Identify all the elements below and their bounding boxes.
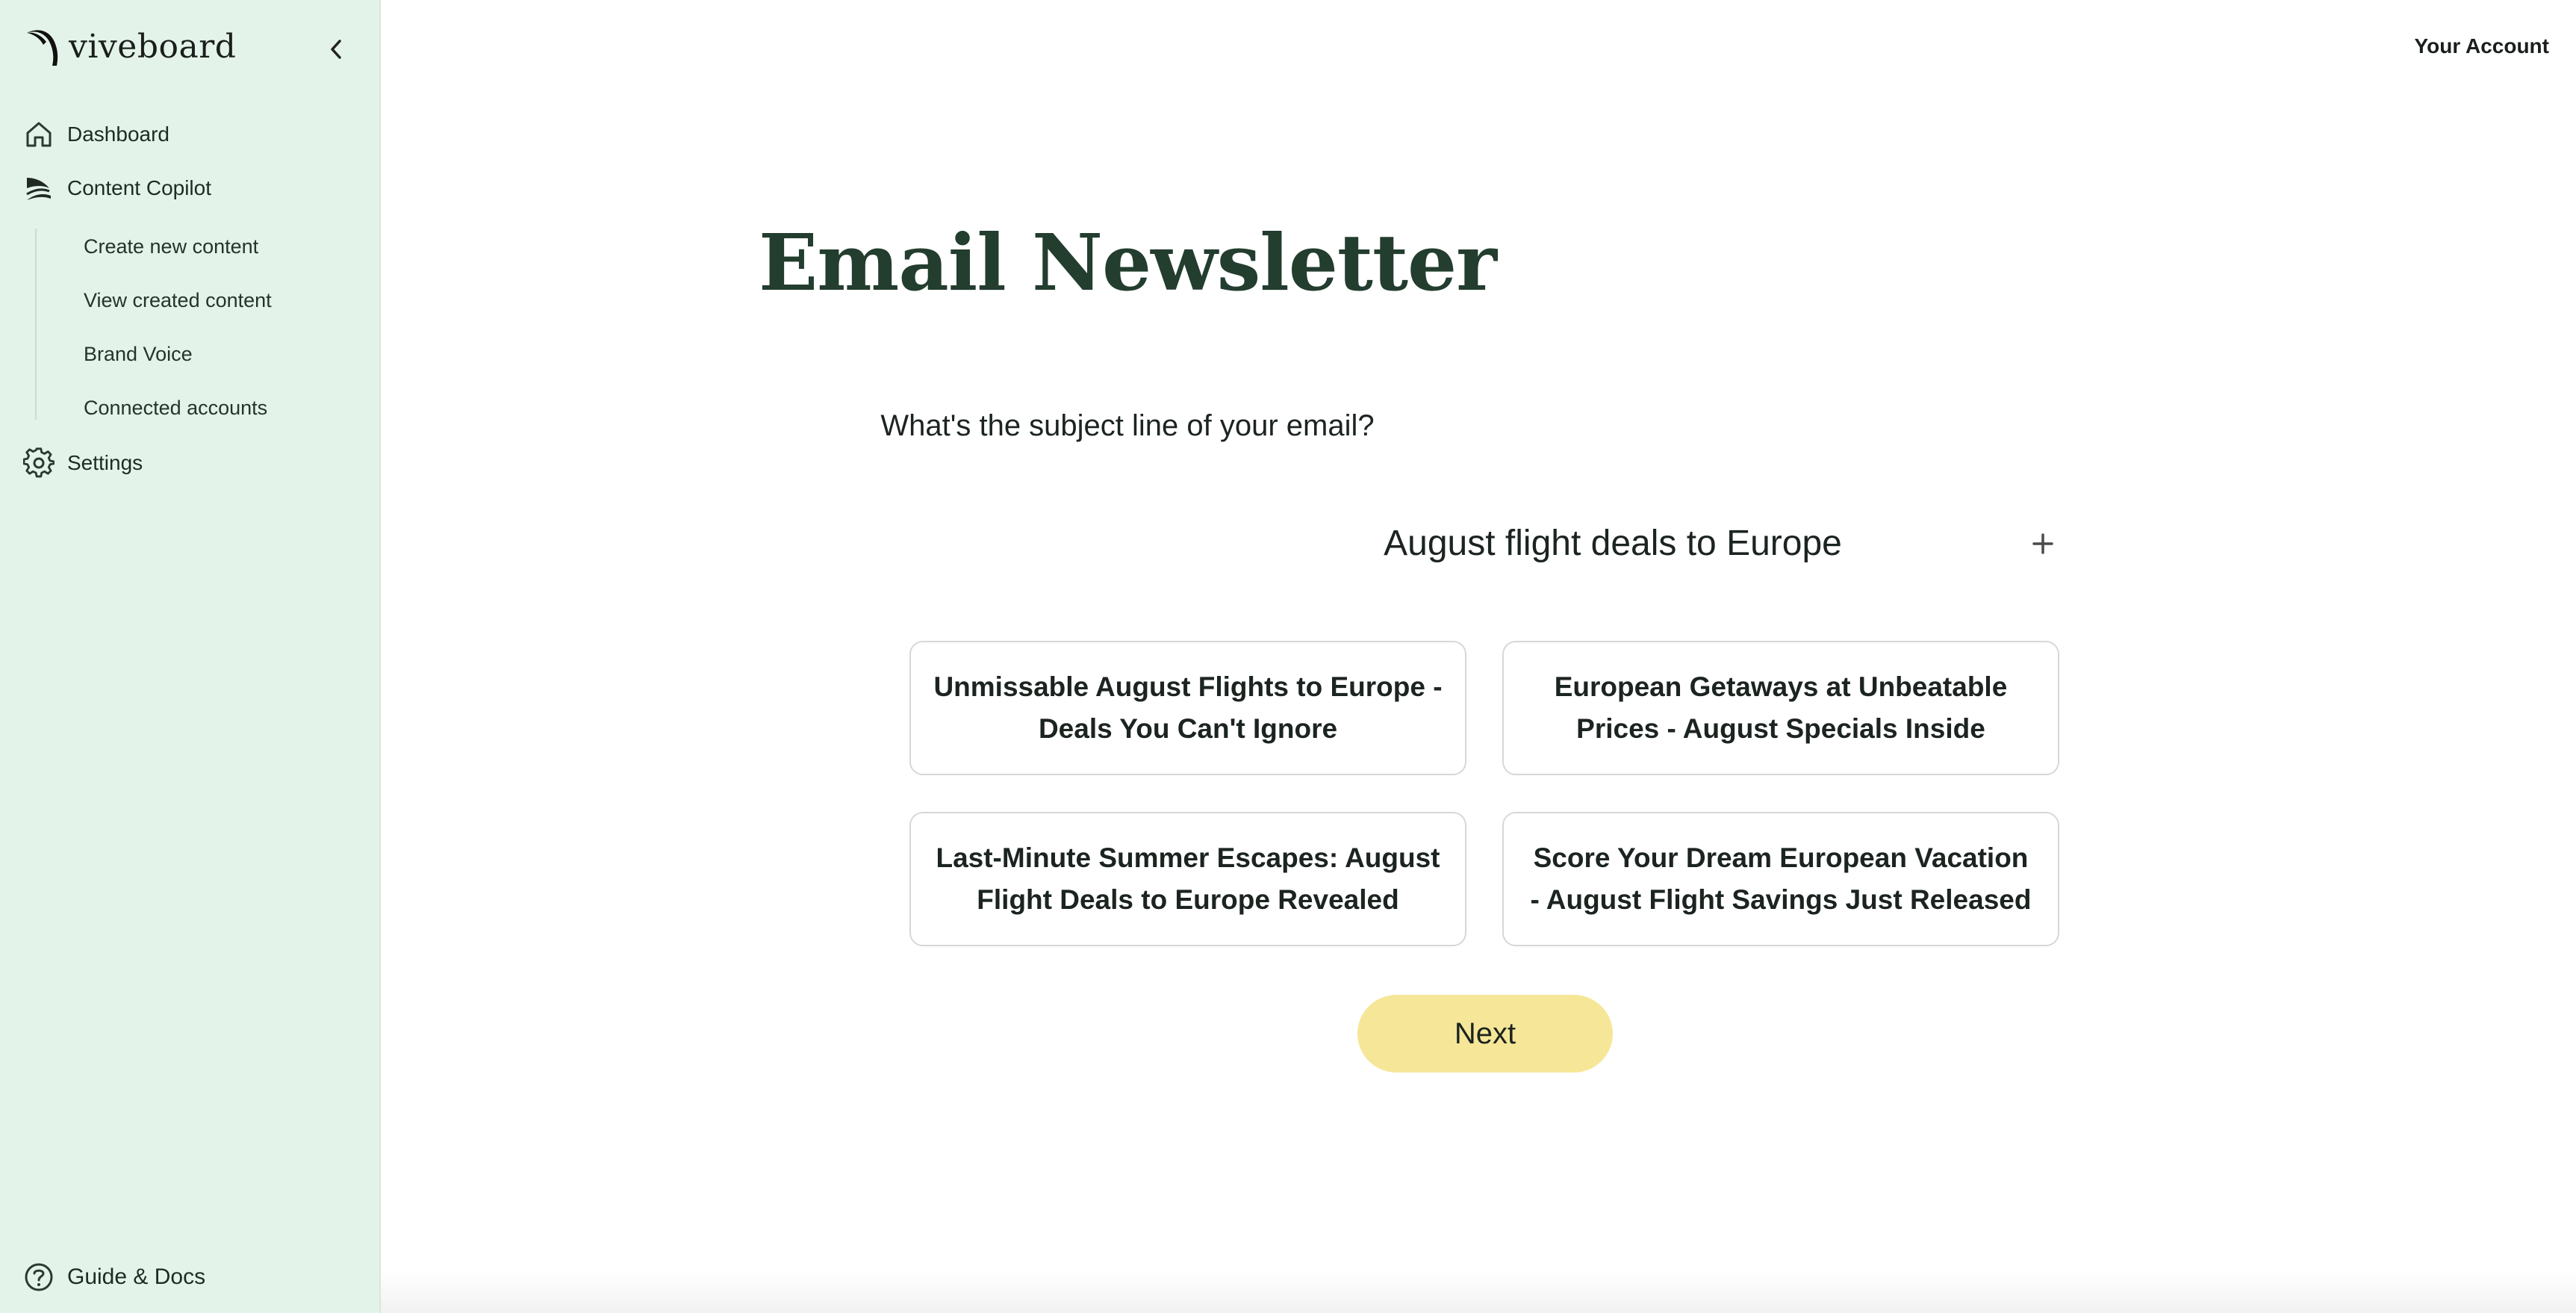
sidebar-subitem-create-new-content[interactable]: Create new content bbox=[84, 235, 258, 258]
suggestion-card[interactable]: European Getaways at Unbeatable Prices -… bbox=[1502, 641, 2059, 775]
guide-docs-link[interactable]: Guide & Docs bbox=[22, 1261, 205, 1294]
sidebar-subitem-connected-accounts[interactable]: Connected accounts bbox=[84, 397, 267, 420]
suggestion-card[interactable]: Score Your Dream European Vacation - Aug… bbox=[1502, 812, 2059, 946]
sidebar-item-label: Dashboard bbox=[67, 122, 169, 146]
subject-line-row: August flight deals to Europe bbox=[1239, 523, 2061, 571]
plus-icon bbox=[2032, 533, 2053, 554]
subject-question: What's the subject line of your email? bbox=[880, 409, 1375, 442]
logo-mark-icon bbox=[27, 30, 58, 66]
sidebar-item-settings[interactable]: Settings bbox=[22, 447, 143, 479]
sidebar-subitem-brand-voice[interactable]: Brand Voice bbox=[84, 343, 193, 366]
next-button[interactable]: Next bbox=[1357, 995, 1613, 1073]
suggestion-card[interactable]: Last-Minute Summer Escapes: August Fligh… bbox=[909, 812, 1466, 946]
submenu-rail bbox=[35, 229, 37, 420]
sidebar-item-dashboard[interactable]: Dashboard bbox=[22, 118, 169, 151]
sidebar: viveboard Dashboard Content Copilot Crea… bbox=[0, 0, 381, 1313]
sidebar-subitem-view-created-content[interactable]: View created content bbox=[84, 289, 272, 312]
bottom-fade bbox=[381, 1270, 2576, 1313]
add-subject-button[interactable] bbox=[2025, 526, 2061, 562]
sidebar-item-label: Content Copilot bbox=[67, 176, 212, 199]
page-title: Email Newsletter bbox=[759, 217, 1497, 308]
sidebar-item-content-copilot[interactable]: Content Copilot bbox=[22, 172, 211, 205]
suggestion-card[interactable]: Unmissable August Flights to Europe - De… bbox=[909, 641, 1466, 775]
copilot-icon bbox=[22, 172, 55, 205]
gear-icon bbox=[22, 447, 55, 479]
logo[interactable]: viveboard bbox=[24, 25, 236, 67]
help-circle-icon bbox=[22, 1261, 55, 1294]
home-icon bbox=[22, 118, 55, 151]
chevron-left-icon bbox=[331, 40, 341, 59]
sidebar-item-label: Settings bbox=[67, 451, 143, 474]
subject-line-value[interactable]: August flight deals to Europe bbox=[1239, 523, 1986, 564]
logo-text: viveboard bbox=[69, 27, 237, 66]
guide-docs-label: Guide & Docs bbox=[67, 1264, 206, 1289]
your-account-link[interactable]: Your Account bbox=[2415, 34, 2549, 58]
collapse-sidebar-button[interactable] bbox=[323, 34, 349, 64]
